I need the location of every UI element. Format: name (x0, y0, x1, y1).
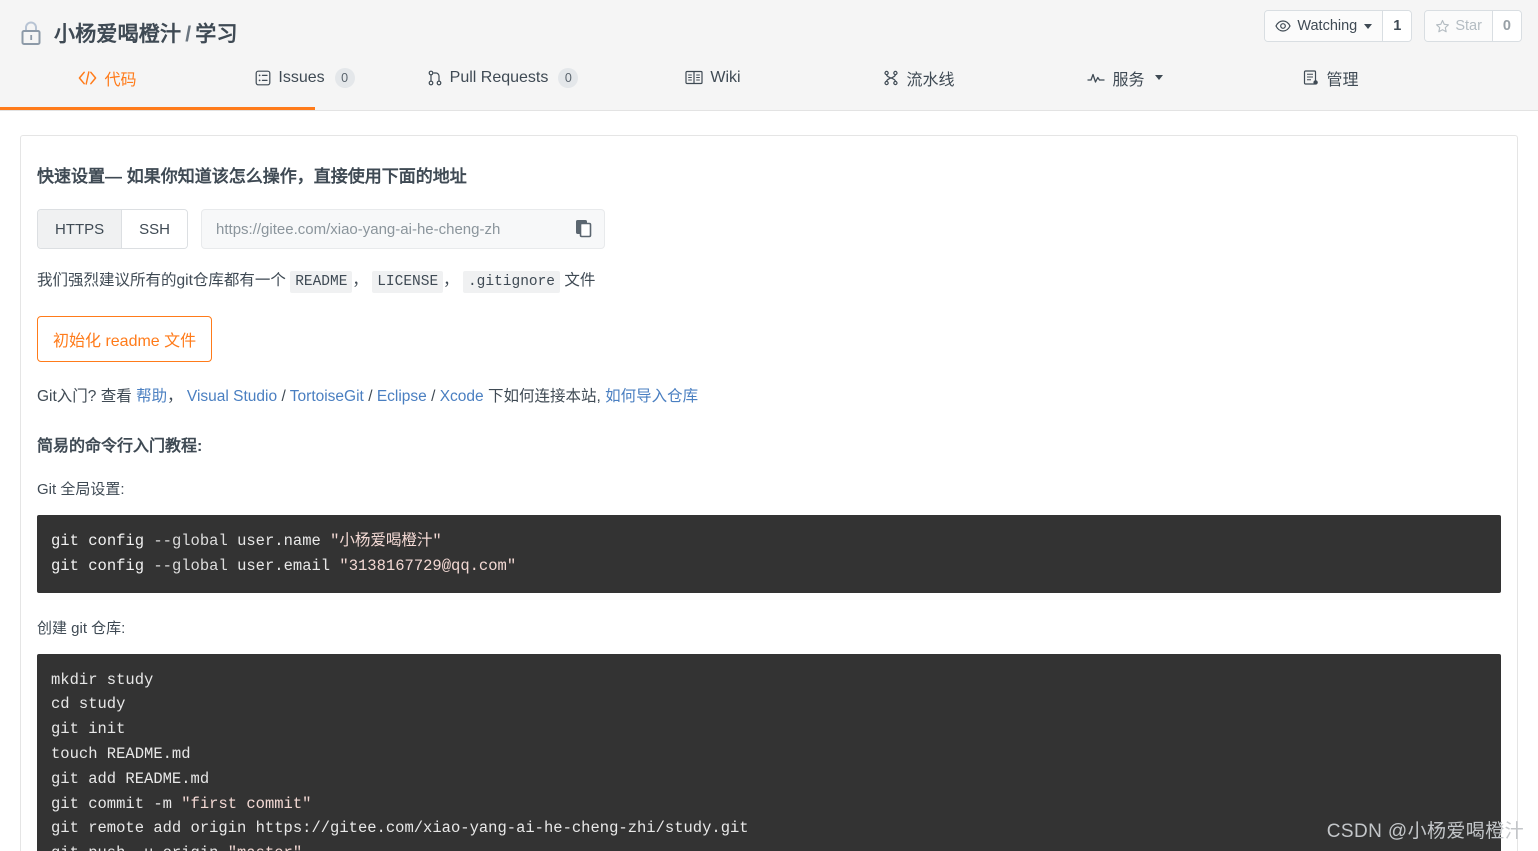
git-intro-comma: ， (167, 388, 183, 405)
repo-name[interactable]: 学习 (195, 23, 237, 46)
star-label: Star (1455, 18, 1482, 34)
protocol-toggle-group: HTTPS SSH (37, 209, 189, 249)
service-icon (1087, 71, 1106, 85)
quick-setup-title: 快速设置— 如果你知道该怎么操作，直接使用下面的地址 (37, 167, 467, 186)
wiki-icon (685, 70, 703, 85)
watch-count[interactable]: 1 (1382, 11, 1412, 41)
slash-2: / (368, 388, 373, 405)
page-root: 小杨爱喝橙汁 / 学习 Watching 1 Star 0 代码 Issues … (0, 0, 1538, 851)
copy-icon[interactable] (574, 219, 594, 239)
repo-nav-tabs: 代码 Issues 0 Pull Requests 0 Wiki 流水线 服务 … (0, 56, 1538, 110)
recommend-comma-1: ， (352, 272, 368, 289)
repo-header: 小杨爱喝橙汁 / 学习 Watching 1 Star 0 代码 Issues … (0, 0, 1538, 111)
git-intro-line: Git入门? 查看 帮助， Visual Studio / TortoiseGi… (37, 384, 1501, 406)
star-button[interactable]: Star (1425, 11, 1492, 41)
eye-icon (1275, 20, 1292, 32)
slash-1: / (281, 388, 286, 405)
recommend-files-line: 我们强烈建议所有的git仓库都有一个 README， LICENSE， .git… (37, 267, 1501, 296)
recommend-prefix: 我们强烈建议所有的git仓库都有一个 (37, 272, 286, 289)
slash-3: / (431, 388, 436, 405)
tab-code-label: 代码 (104, 71, 137, 89)
eclipse-link[interactable]: Eclipse (377, 388, 427, 405)
pipeline-icon (883, 70, 899, 86)
protocol-https-button[interactable]: HTTPS (38, 210, 122, 248)
tab-pipeline[interactable]: 流水线 (816, 56, 1022, 110)
tab-pr-label: Pull Requests (449, 68, 549, 86)
import-repo-link[interactable]: 如何导入仓库 (605, 388, 698, 405)
global-config-code-block[interactable]: git config --global user.name "小杨爱喝橙汁" g… (37, 515, 1501, 593)
title-separator: / (185, 23, 192, 46)
visual-studio-link[interactable]: Visual Studio (187, 388, 277, 405)
issue-icon (255, 70, 271, 86)
tab-services[interactable]: 服务 (1022, 56, 1228, 110)
watch-button-group[interactable]: Watching 1 (1264, 10, 1413, 42)
tab-wiki-label: Wiki (710, 68, 741, 86)
init-readme-button[interactable]: 初始化 readme 文件 (37, 316, 213, 362)
header-actions: Watching 1 Star 0 (1264, 10, 1522, 42)
xcode-link[interactable]: Xcode (440, 388, 484, 405)
clone-url-value: https://gitee.com/xiao-yang-ai-he-cheng-… (216, 220, 501, 238)
recommend-comma-2: ， (443, 272, 459, 289)
page-title: 小杨爱喝橙汁 / 学习 (54, 18, 238, 48)
lock-icon (18, 19, 44, 47)
cli-tutorial-title: 简易的命令行入门教程: (37, 438, 203, 455)
git-intro-tail-comma: , (596, 388, 601, 405)
create-repo-code: mkdir study cd study git init touch READ… (51, 670, 749, 851)
star-button-group[interactable]: Star 0 (1424, 10, 1522, 42)
chevron-down-icon (1364, 23, 1373, 29)
clone-url-row: HTTPS SSH https://gitee.com/xiao-yang-ai… (37, 209, 1501, 249)
tab-issues[interactable]: Issues 0 (215, 56, 395, 110)
git-intro-mid: 下如何连接本站 (487, 388, 597, 405)
tortoisegit-link[interactable]: TortoiseGit (290, 388, 364, 405)
manage-icon (1303, 69, 1319, 86)
watch-label: Watching (1297, 18, 1358, 34)
create-repo-code-block[interactable]: mkdir study cd study git init touch READ… (37, 653, 1501, 851)
watch-button[interactable]: Watching (1265, 11, 1383, 41)
content-wrapper: 快速设置— 如果你知道该怎么操作，直接使用下面的地址 HTTPS SSH htt… (0, 111, 1538, 851)
git-intro-lead: Git入门? (37, 388, 97, 405)
chip-license: LICENSE (372, 271, 444, 293)
recommend-suffix: 文件 (564, 272, 596, 289)
create-repo-label: 创建 git 仓库: (37, 619, 126, 637)
help-link[interactable]: 帮助 (136, 388, 167, 405)
pr-icon (427, 70, 443, 86)
star-count[interactable]: 0 (1491, 11, 1521, 41)
tab-manage-label: 管理 (1326, 71, 1359, 89)
global-config-code: git config --global user.name "小杨爱喝橙汁" g… (51, 532, 517, 575)
quick-setup-panel: 快速设置— 如果你知道该怎么操作，直接使用下面的地址 HTTPS SSH htt… (20, 135, 1518, 851)
clone-url-field[interactable]: https://gitee.com/xiao-yang-ai-he-cheng-… (201, 209, 606, 249)
issues-count-badge: 0 (334, 67, 355, 88)
tab-manage[interactable]: 管理 (1228, 56, 1434, 110)
tab-pipeline-label: 流水线 (906, 71, 955, 89)
repo-owner[interactable]: 小杨爱喝橙汁 (54, 23, 181, 46)
tab-issues-label: Issues (278, 68, 325, 86)
protocol-ssh-button[interactable]: SSH (121, 210, 188, 248)
git-intro-see: 查看 (100, 388, 132, 405)
global-config-label: Git 全局设置: (37, 481, 125, 498)
tab-code[interactable]: 代码 (0, 56, 315, 110)
chevron-down-icon (1154, 75, 1163, 80)
pr-count-badge: 0 (558, 67, 579, 88)
star-icon (1435, 19, 1450, 34)
tab-wiki[interactable]: Wiki (610, 56, 816, 110)
tab-pull-requests[interactable]: Pull Requests 0 (395, 56, 610, 110)
chip-gitignore: .gitignore (462, 271, 560, 293)
code-icon (78, 70, 97, 85)
chip-readme: README (290, 271, 353, 293)
tab-services-label: 服务 (1112, 71, 1145, 89)
